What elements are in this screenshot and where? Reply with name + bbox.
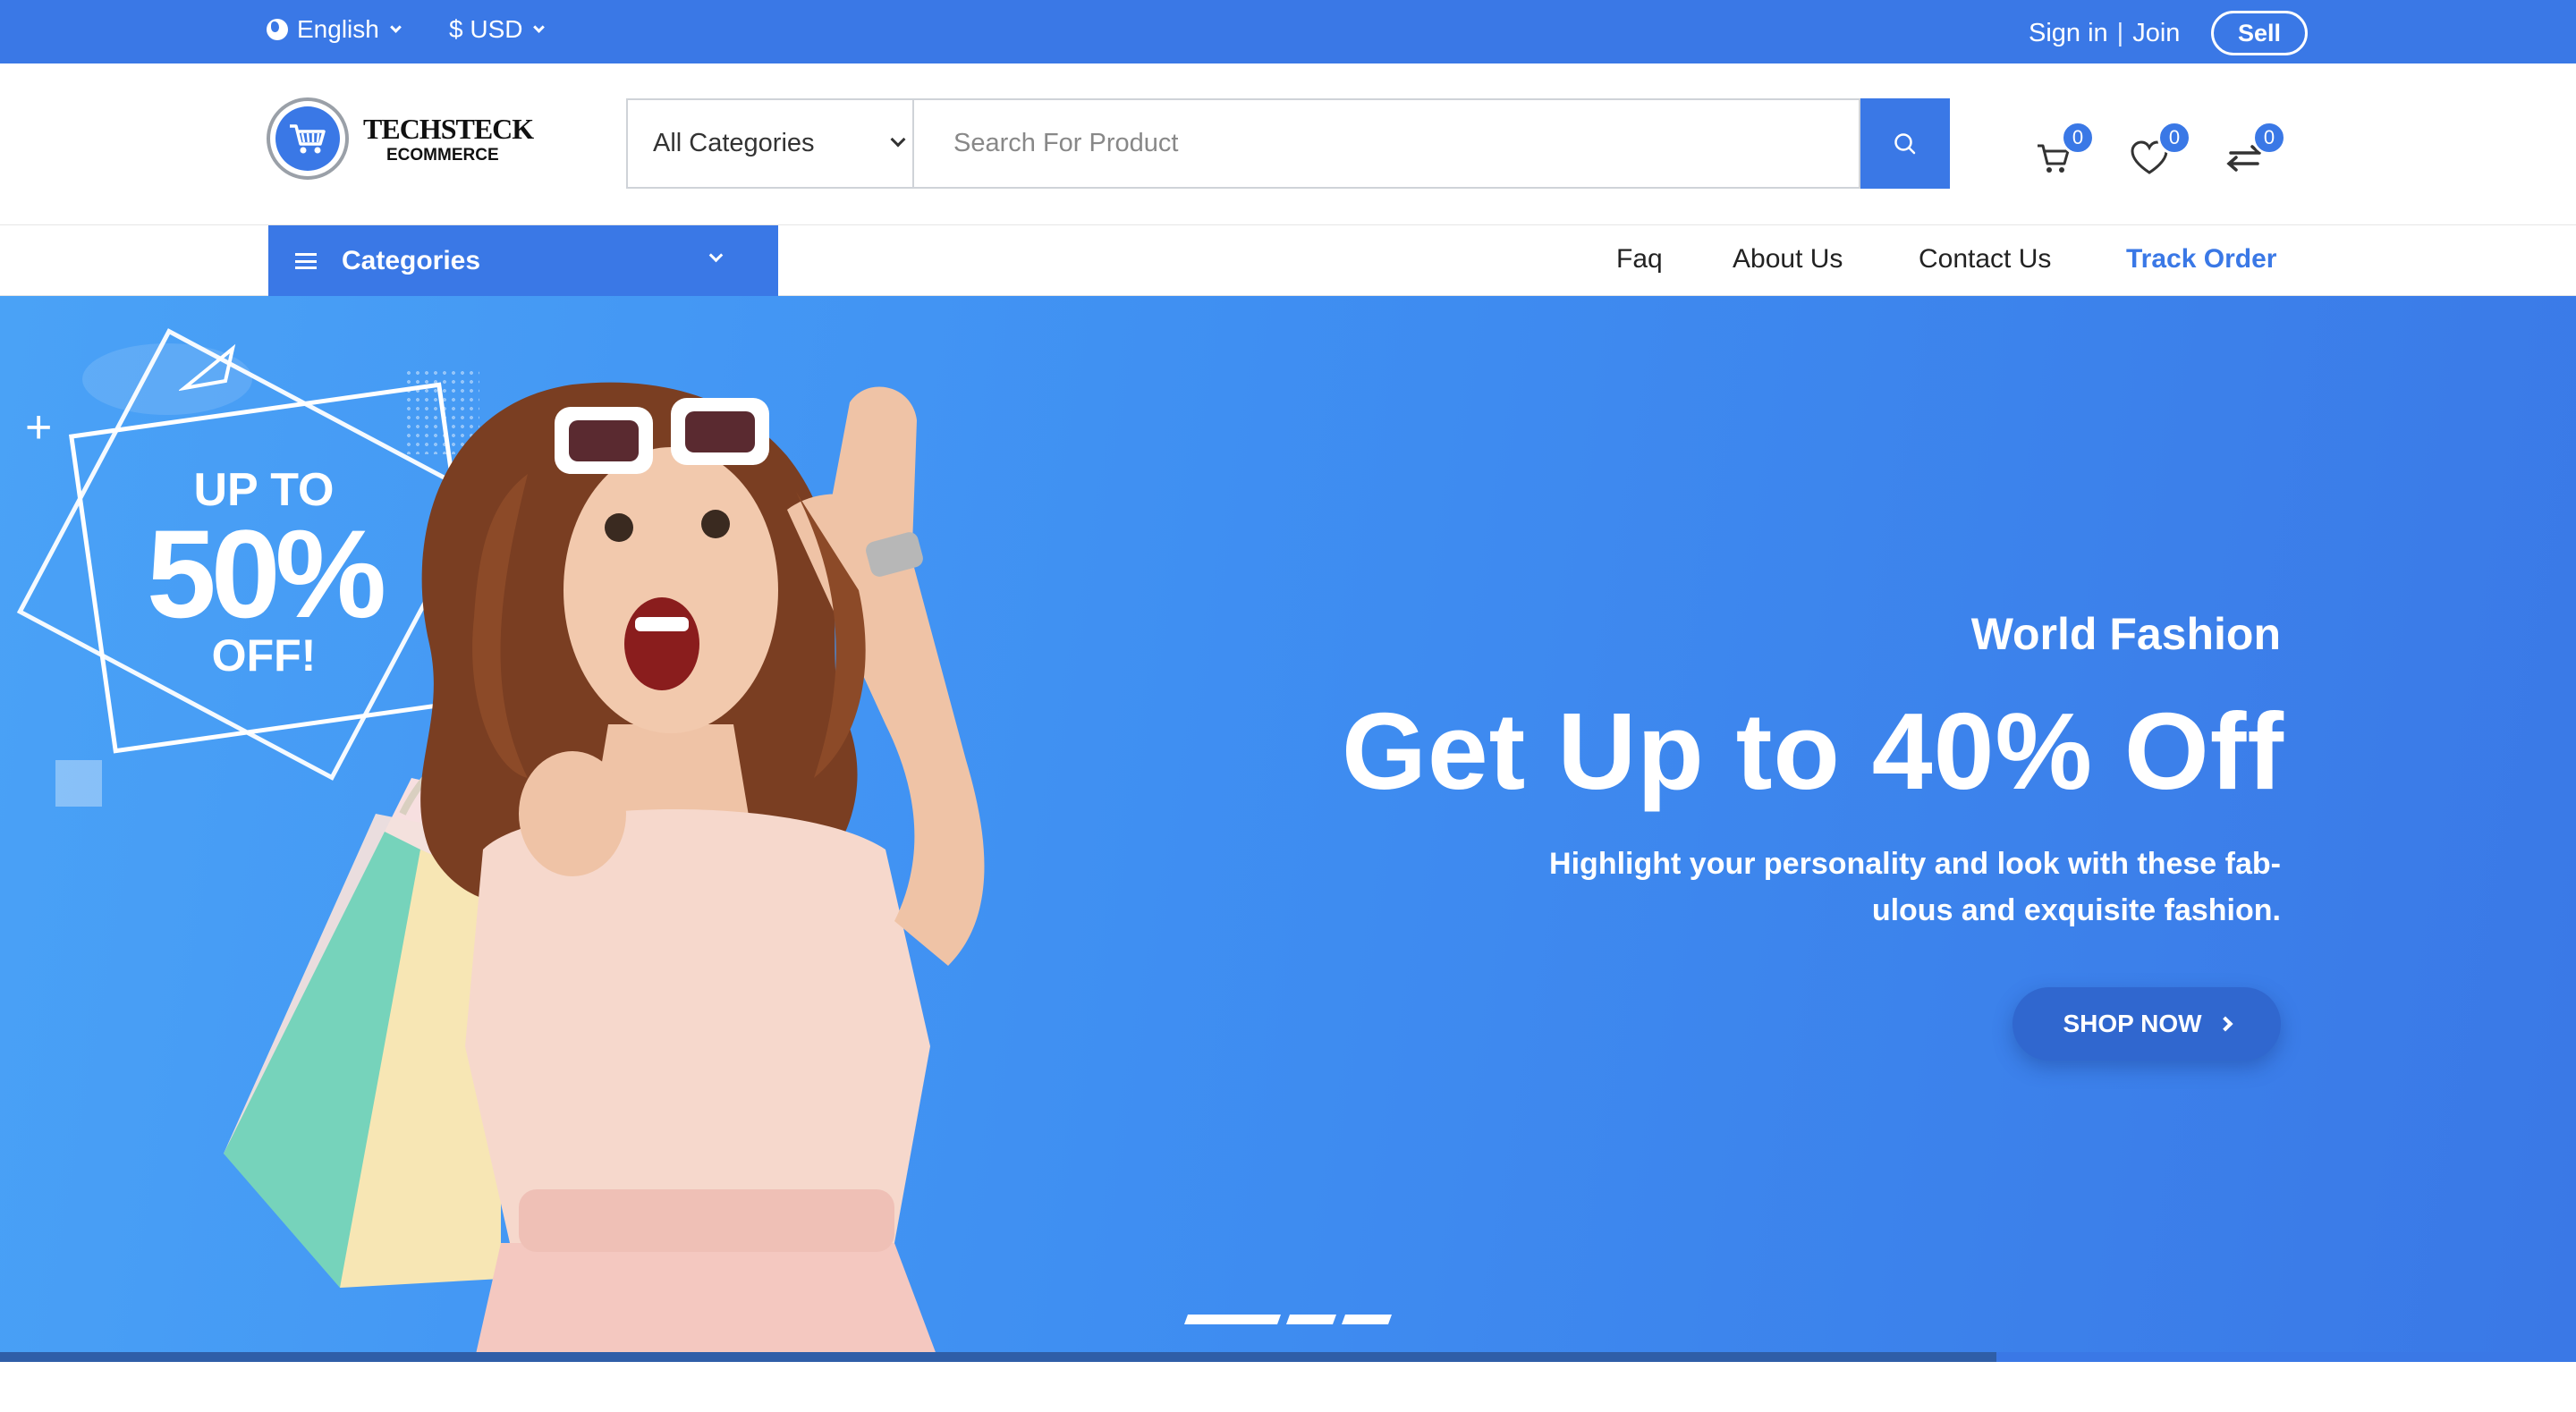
search-input[interactable]: Search For Product <box>914 98 1860 189</box>
chevron-down-icon <box>389 21 402 33</box>
slider-dot-active[interactable] <box>1183 1315 1282 1324</box>
decorative-plus: + <box>25 402 53 453</box>
join-link[interactable]: Join <box>2132 19 2180 48</box>
currency-selector[interactable]: $ USD <box>449 0 546 59</box>
chevron-down-icon <box>890 131 906 148</box>
language-label: English <box>297 15 379 43</box>
cart-count-badge: 0 <box>2061 121 2095 155</box>
slider-dot[interactable] <box>1341 1315 1393 1324</box>
main-header: TECHSTECK ECOMMERCE All Categories Searc… <box>0 63 2576 225</box>
nav-link-about-us[interactable]: About Us <box>1733 225 1843 293</box>
sign-in-link[interactable]: Sign in <box>2029 19 2108 48</box>
logo-text: TECHSTECK ECOMMERCE <box>363 112 534 165</box>
hero-model-image <box>224 382 985 1362</box>
search-placeholder: Search For Product <box>953 129 1179 157</box>
chevron-right-icon <box>2217 1016 2233 1032</box>
auth-separator: | <box>2116 18 2124 47</box>
nav-link-faq[interactable]: Faq <box>1616 225 1663 293</box>
wishlist-button[interactable]: 0 <box>2127 121 2191 182</box>
globe-icon <box>267 19 288 40</box>
slider-progress-bar <box>0 1352 1996 1362</box>
category-select-value: All Categories <box>653 129 815 157</box>
category-select[interactable]: All Categories <box>626 98 914 189</box>
hero-description: Highlight your personality and look with… <box>1549 847 2281 927</box>
categories-dropdown-button[interactable]: Categories <box>268 225 778 296</box>
currency-label: $ USD <box>449 15 523 43</box>
search-button[interactable] <box>1860 98 1950 189</box>
nav-link-track-order[interactable]: Track Order <box>2126 225 2276 293</box>
categories-label: Categories <box>342 245 481 275</box>
hero-subtitle: World Fashion <box>1970 609 2281 659</box>
shop-now-label: SHOP NOW <box>2063 1010 2202 1037</box>
chevron-down-icon <box>533 21 546 33</box>
nav-link-contact-us[interactable]: Contact Us <box>1919 225 2051 293</box>
search-icon <box>1894 132 1916 154</box>
compare-button[interactable]: 0 <box>2222 121 2286 182</box>
logo-title: TECHSTECK <box>363 112 534 145</box>
menu-icon <box>295 252 317 269</box>
wishlist-count-badge: 0 <box>2157 121 2191 155</box>
cart-button[interactable]: 0 <box>2030 121 2095 182</box>
decorative-square <box>55 760 102 807</box>
logo-mark <box>267 97 349 180</box>
slider-pagination <box>1183 1315 1399 1324</box>
hero-title: Get Up to 40% Off <box>1341 690 2284 812</box>
shop-now-button[interactable]: SHOP NOW <box>2012 987 2281 1061</box>
main-nav: Categories Faq About Us Contact Us Track… <box>0 225 2576 296</box>
language-selector[interactable]: English <box>267 0 402 59</box>
cart-logo-icon <box>275 106 340 171</box>
auth-links: Sign in | Join <box>2029 0 2180 66</box>
sell-button[interactable]: Sell <box>2211 11 2308 55</box>
logo-subtitle: ECOMMERCE <box>386 145 499 165</box>
top-bar: English $ USD Sign in | Join Sell <box>0 0 2576 63</box>
slider-progress-track <box>1996 1352 2576 1362</box>
chevron-down-icon <box>708 248 724 263</box>
site-logo[interactable]: TECHSTECK ECOMMERCE <box>267 97 534 180</box>
compare-count-badge: 0 <box>2252 121 2286 155</box>
search-bar: All Categories Search For Product <box>626 98 1950 189</box>
slider-dot[interactable] <box>1285 1315 1337 1324</box>
